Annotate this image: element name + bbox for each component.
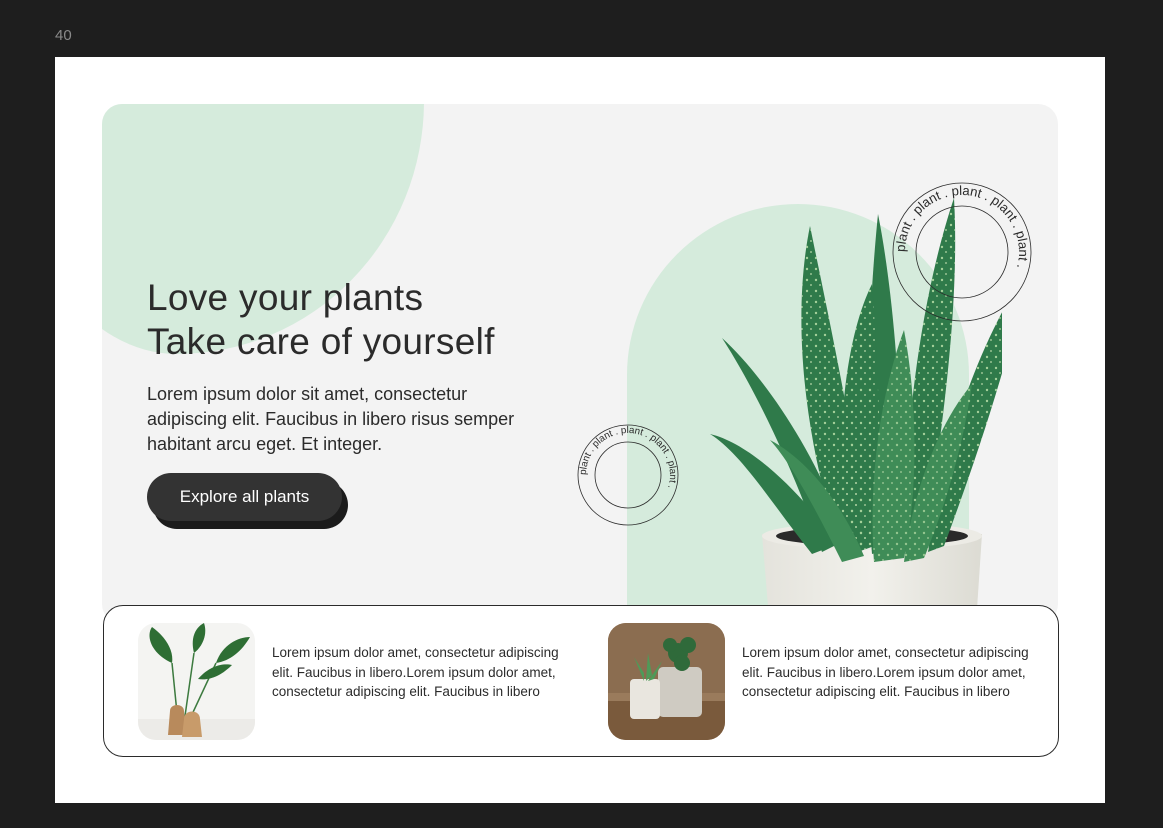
succulents-image (608, 623, 725, 740)
plant-stamp-large: plant . plant . plant . plant . plant . (892, 182, 1032, 322)
hero-description: Lorem ipsum dolor sit amet, consectetur … (147, 384, 515, 454)
artboard: plant . plant . plant . plant . plant . … (55, 57, 1105, 803)
stamp-text-small: plant . plant . plant . plant . plant . (578, 425, 678, 490)
product-description: Lorem ipsum dolor amet, consectetur adip… (742, 645, 1029, 700)
product-description: Lorem ipsum dolor amet, consectetur adip… (272, 645, 559, 700)
svg-text:plant . plant . plant . plant: plant . plant . plant . plant . plant . (578, 425, 678, 490)
frame-label: 40 (55, 27, 72, 44)
plant-stamp-small: plant . plant . plant . plant . plant . (577, 424, 679, 526)
explore-all-plants-button[interactable]: Explore all plants (147, 473, 342, 521)
product-cards-panel: Lorem ipsum dolor amet, consectetur adip… (103, 605, 1059, 757)
headline-line-1: Love your plants (147, 277, 424, 318)
hero-headline: Love your plants Take care of yourself (147, 276, 495, 364)
stamp-text-large: plant . plant . plant . plant . plant . (893, 183, 1031, 271)
cta-wrapper: Explore all plants (147, 473, 348, 529)
headline-line-2: Take care of yourself (147, 321, 495, 362)
hero-banner: plant . plant . plant . plant . plant . … (102, 104, 1058, 624)
svg-text:plant . plant . plant . plant: plant . plant . plant . plant . plant . (893, 183, 1031, 271)
bird-of-paradise-image (138, 623, 255, 740)
